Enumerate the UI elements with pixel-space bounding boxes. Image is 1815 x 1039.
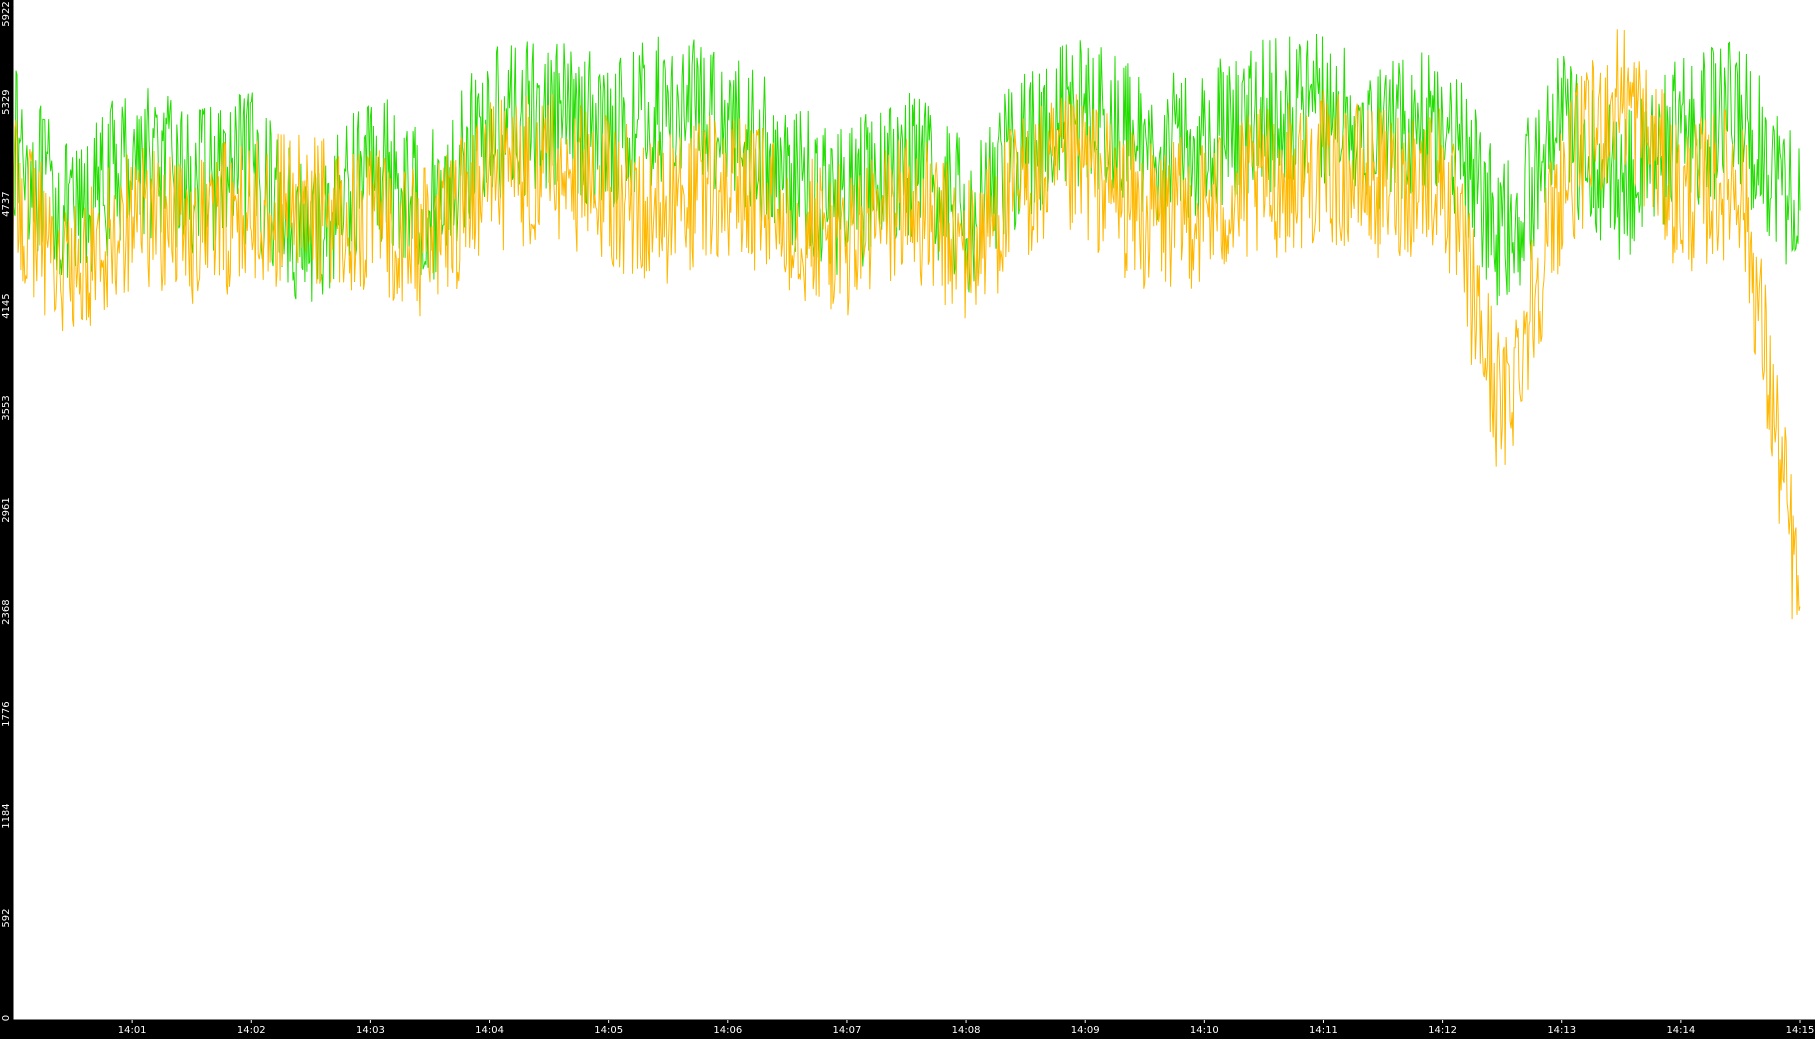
x-tick-label: 14:05 — [594, 1025, 623, 1036]
y-tick-label: 2368 — [1, 599, 12, 624]
x-tick-label: 14:13 — [1547, 1025, 1576, 1036]
y-tick-label: 5329 — [1, 89, 12, 114]
x-tick-label: 14:02 — [237, 1025, 266, 1036]
x-tick-label: 14:01 — [118, 1025, 147, 1036]
y-tick-label: 1776 — [1, 701, 12, 726]
x-tick-label: 14:11 — [1309, 1025, 1338, 1036]
y-tick-label: 4737 — [1, 191, 12, 216]
x-tick-label: 14:15 — [1786, 1025, 1815, 1036]
y-tick-label: 592 — [1, 908, 12, 927]
y-tick-label: 5922 — [1, 1, 12, 26]
y-tick-label: 0 — [1, 1015, 12, 1021]
x-tick-label: 14:08 — [952, 1025, 981, 1036]
x-tick-label: 14:14 — [1666, 1025, 1695, 1036]
x-tick-label: 14:03 — [356, 1025, 385, 1036]
x-tick-label: 14:10 — [1190, 1025, 1219, 1036]
plot-background — [13, 0, 1815, 1020]
x-tick-label: 14:12 — [1428, 1025, 1457, 1036]
y-tick-labels: 0 592 1184 1776 2368 2961 3553 4145 4737 5329 5922 — [1, 1, 12, 1021]
x-tick-label: 14:07 — [833, 1025, 862, 1036]
y-tick-label: 2961 — [1, 497, 12, 522]
x-tick-label: 14:09 — [1071, 1025, 1100, 1036]
y-tick-label: 3553 — [1, 395, 12, 420]
y-tick-label: 1184 — [1, 803, 12, 828]
x-tick-labels: 14:01 14:02 14:03 14:04 14:05 14:06 14:07 14:08… — [118, 1020, 1815, 1036]
chart-area: 0 592 1184 1776 2368 2961 3553 4145 4737 5329 5922… — [0, 0, 1815, 1039]
x-tick-label: 14:04 — [475, 1025, 504, 1036]
y-tick-label: 4145 — [1, 293, 12, 318]
x-tick-label: 14:06 — [713, 1025, 742, 1036]
line-chart: 0 592 1184 1776 2368 2961 3553 4145 4737 5329 5922… — [1, 0, 1815, 1036]
